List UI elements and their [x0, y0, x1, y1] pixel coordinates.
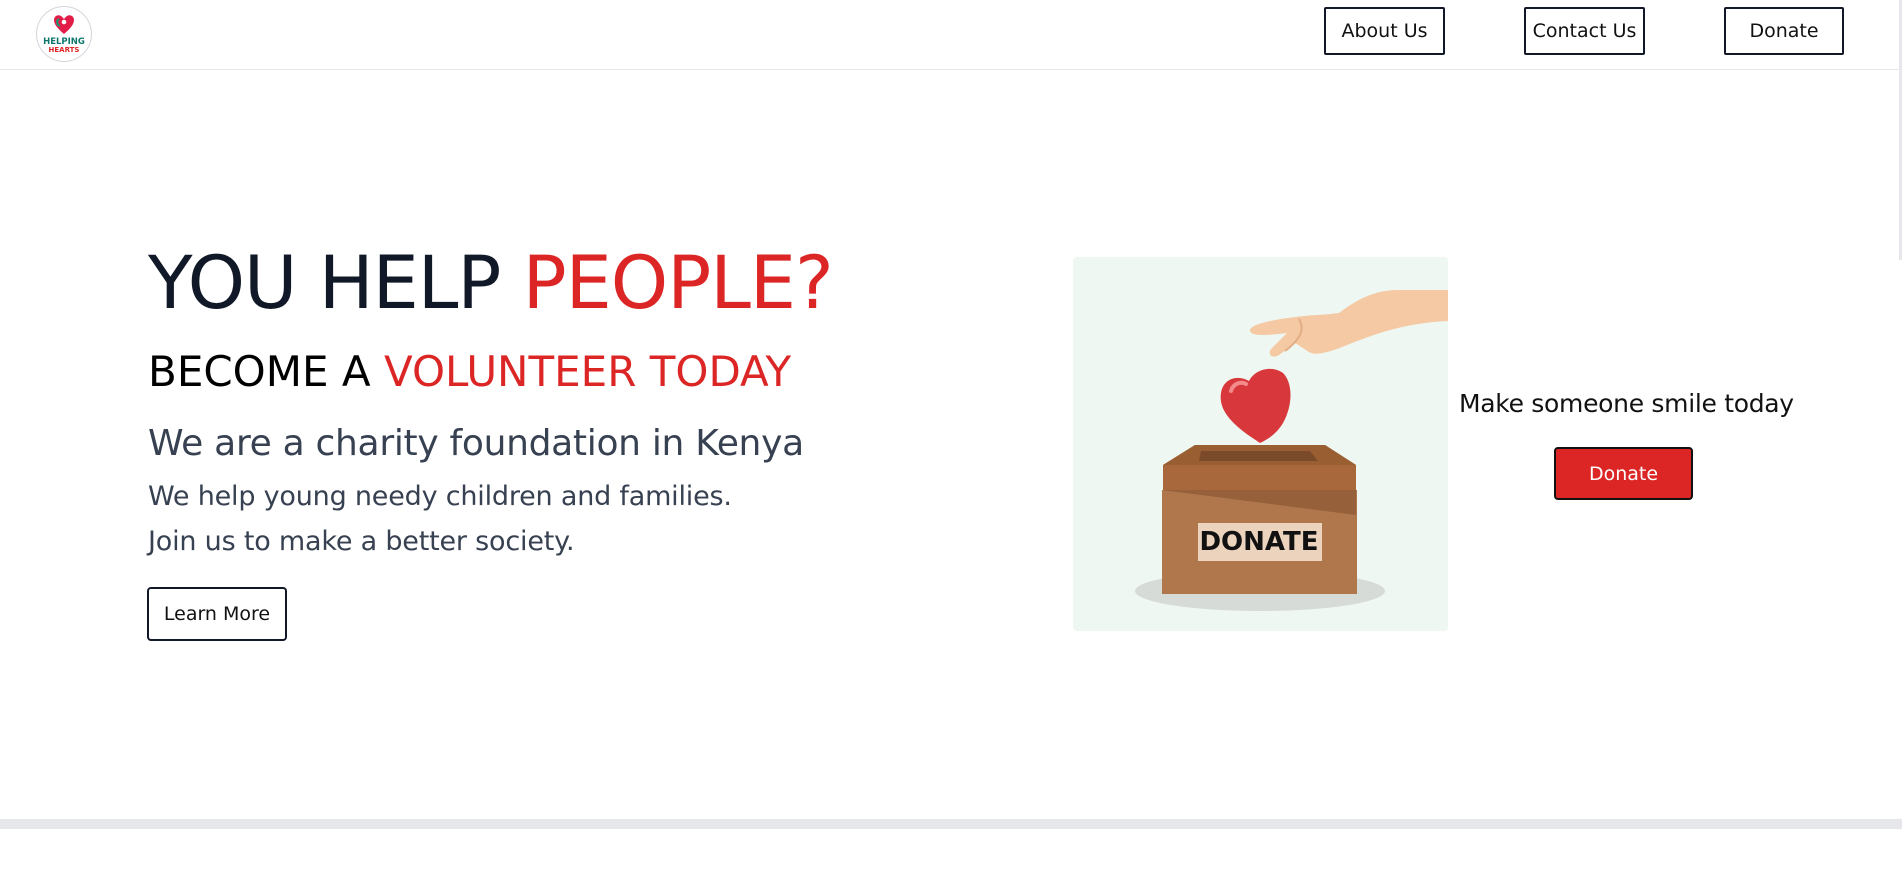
- cta-smile-text: Make someone smile today: [1459, 389, 1794, 418]
- hero-title-dark: YOU HELP: [148, 241, 501, 326]
- nav-about-us-button[interactable]: About Us: [1324, 7, 1445, 55]
- section-divider: [0, 819, 1902, 829]
- hero-title-red: PEOPLE?: [522, 241, 834, 326]
- donate-box-label: DONATE: [1199, 527, 1319, 557]
- hero-body-line: Join us to make a better society.: [148, 526, 575, 557]
- hero-body-line: We help young needy children and familie…: [148, 481, 732, 512]
- helping-hearts-logo[interactable]: HELPING HEARTS: [36, 6, 92, 62]
- learn-more-button[interactable]: Learn More: [147, 587, 287, 641]
- donation-box-illustration: DONATE: [1073, 257, 1448, 631]
- subtitle-red: VOLUNTEER TODAY: [383, 347, 792, 396]
- site-header: HELPING HEARTS About Us Contact Us Donat…: [0, 0, 1902, 70]
- subtitle-dark: BECOME A: [148, 347, 371, 396]
- hero-subtitle: BECOME A VOLUNTEER TODAY: [148, 346, 791, 398]
- logo-line2: HEARTS: [49, 46, 80, 54]
- hero-title: YOU HELP PEOPLE?: [148, 238, 834, 330]
- nav-contact-us-button[interactable]: Contact Us: [1524, 7, 1645, 55]
- hand-dropping-heart-icon: [1135, 290, 1448, 611]
- heart-location-pin-icon: HELPING HEARTS: [43, 15, 85, 54]
- hero-lead-text: We are a charity foundation in Kenya: [148, 423, 804, 464]
- nav-donate-button[interactable]: Donate: [1724, 7, 1844, 55]
- cta-donate-button[interactable]: Donate: [1554, 447, 1693, 500]
